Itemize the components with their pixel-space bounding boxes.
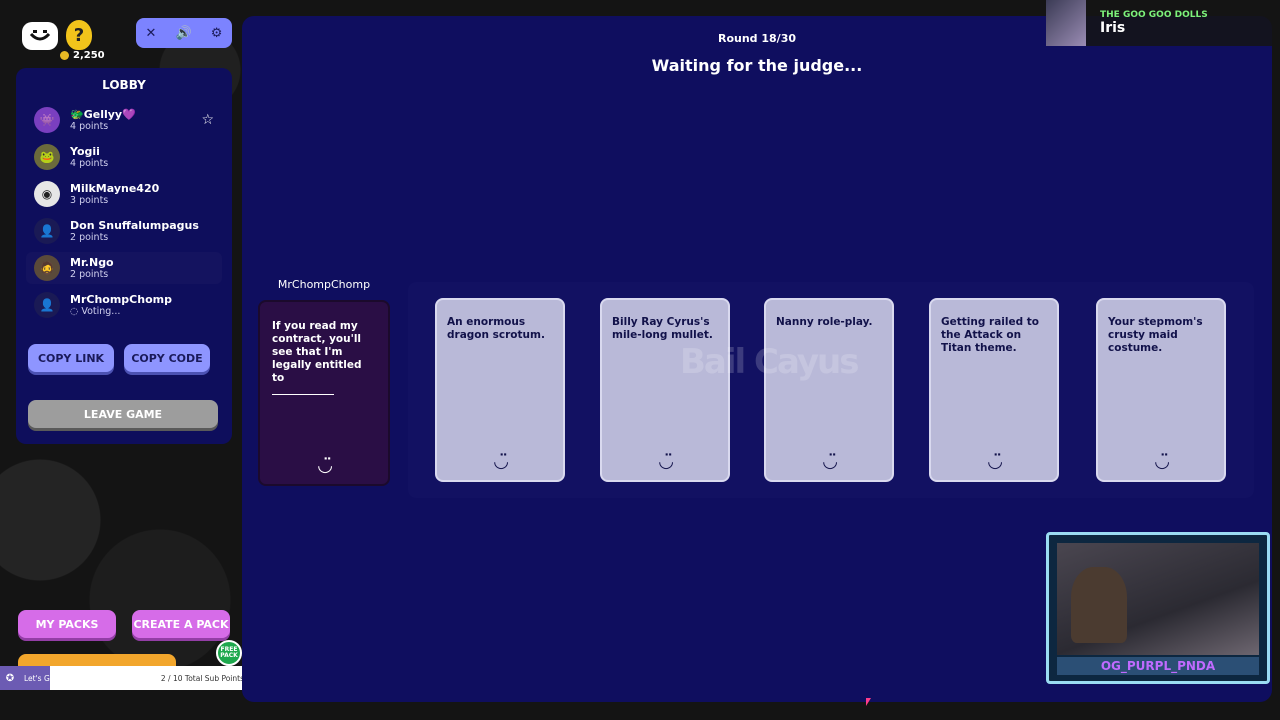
- free-pack-badge[interactable]: FREE PACK: [216, 640, 242, 666]
- player-points: 3 points: [70, 194, 109, 206]
- player-points: 2 points: [70, 268, 109, 280]
- stream-watermark: Bail Cayus: [680, 342, 859, 382]
- card-logo-icon: ◡̈: [1155, 451, 1169, 472]
- coin-icon: [60, 51, 69, 60]
- song-artist: THE GOO GOO DOLLS: [1100, 10, 1208, 20]
- player-name: 🐲Gellyy💜: [70, 107, 136, 121]
- gear-icon[interactable]: ⚙: [211, 26, 223, 41]
- star-icon[interactable]: ☆: [201, 112, 214, 128]
- app-logo-icon[interactable]: [22, 22, 58, 50]
- streamer-name: OG_PURPL_PNDA: [1057, 657, 1259, 675]
- answer-card[interactable]: Your stepmom's crusty maid costume. ◡̈: [1096, 298, 1226, 482]
- streamer-figure: [1071, 567, 1127, 643]
- song-title: Iris: [1100, 20, 1126, 36]
- star-icon: ✪: [5, 672, 15, 684]
- player-status: ◌ Voting...: [70, 305, 121, 317]
- promo-strip[interactable]: [18, 654, 176, 666]
- coin-balance: 2,250: [60, 50, 105, 61]
- question-text: If you read my contract, you'll see that…: [272, 320, 362, 384]
- copy-link-button[interactable]: COPY LINK: [28, 344, 114, 372]
- player-name: Mr.Ngo: [70, 255, 114, 269]
- webcam-overlay: OG_PURPL_PNDA: [1046, 532, 1270, 684]
- answer-text: Nanny role-play.: [776, 316, 873, 328]
- answer-text: Billy Ray Cyrus's mile-long mullet.: [612, 316, 713, 341]
- card-logo-icon: ◡̈: [988, 451, 1002, 472]
- blank-line: [272, 391, 334, 395]
- player-row[interactable]: 🧔 Mr.Ngo 2 points: [26, 252, 222, 284]
- player-points: 2 points: [70, 231, 109, 243]
- settings-bar: ✕ 🔊 ⚙: [136, 18, 232, 48]
- player-name: MrChompChomp: [70, 292, 172, 306]
- answer-card[interactable]: Billy Ray Cyrus's mile-long mullet. ◡̈: [600, 298, 730, 482]
- player-name: Yogii: [70, 144, 100, 158]
- player-row[interactable]: 👤 Don Snuffalumpagus 2 points: [26, 215, 222, 247]
- game-status: Waiting for the judge...: [651, 56, 863, 75]
- answer-text: An enormous dragon scrotum.: [447, 316, 545, 341]
- help-icon[interactable]: ?: [66, 20, 92, 50]
- create-pack-button[interactable]: CREATE A PACK: [132, 610, 230, 638]
- answer-text: Your stepmom's crusty maid costume.: [1108, 316, 1203, 354]
- player-row[interactable]: 🐸 Yogii 4 points: [26, 141, 222, 173]
- card-logo-icon: ◡̈: [823, 451, 837, 472]
- question-owner: MrChompChomp: [277, 278, 371, 291]
- user-icon: 👤: [34, 292, 60, 318]
- sub-goal-text: Let's Grow The Community!!!!: [24, 673, 138, 683]
- avatar: ◉: [34, 181, 60, 207]
- user-icon: 👤: [34, 218, 60, 244]
- volume-icon[interactable]: 🔊: [176, 26, 192, 41]
- sub-goal-points: 2 / 10 Total Sub Points: [160, 673, 244, 683]
- player-row[interactable]: 👾 🐲Gellyy💜 4 points ☆: [26, 104, 222, 136]
- mouse-cursor-icon: [866, 698, 871, 706]
- card-logo-icon: ◡̈: [494, 451, 508, 472]
- player-row[interactable]: 👤 MrChompChomp ◌ Voting...: [26, 289, 222, 321]
- sub-goal-bar: ✪ Let's Grow The Community!!!! 2 / 10 To…: [0, 666, 248, 690]
- answer-text: Getting railed to the Attack on Titan th…: [941, 316, 1040, 354]
- avatar: 👾: [34, 107, 60, 133]
- lobby-panel: LOBBY 👾 🐲Gellyy💜 4 points ☆ 🐸 Yogii 4 po…: [16, 68, 232, 444]
- player-points: 4 points: [70, 157, 109, 169]
- webcam-feed: [1057, 543, 1259, 655]
- coin-count: 2,250: [73, 50, 105, 61]
- player-points: 4 points: [70, 120, 109, 132]
- question-card: If you read my contract, you'll see that…: [258, 300, 390, 486]
- card-logo-icon: ◡̈: [318, 455, 332, 476]
- player-row[interactable]: ◉ MilkMayne420 3 points: [26, 178, 222, 210]
- answer-card[interactable]: Getting railed to the Attack on Titan th…: [929, 298, 1059, 482]
- lobby-title: LOBBY: [102, 78, 146, 92]
- pencil-mute-icon[interactable]: ✕: [146, 26, 157, 41]
- copy-code-button[interactable]: COPY CODE: [124, 344, 210, 372]
- avatar: 🐸: [34, 144, 60, 170]
- now-playing-overlay: THE GOO GOO DOLLS Iris: [1046, 0, 1280, 46]
- card-logo-icon: ◡̈: [659, 451, 673, 472]
- my-packs-button[interactable]: MY PACKS: [18, 610, 116, 638]
- leave-game-button[interactable]: LEAVE GAME: [28, 400, 218, 428]
- avatar: 🧔: [34, 255, 60, 281]
- answer-card[interactable]: An enormous dragon scrotum. ◡̈: [435, 298, 565, 482]
- answer-card[interactable]: Nanny role-play. ◡̈: [764, 298, 894, 482]
- album-art: [1046, 0, 1086, 46]
- player-name: Don Snuffalumpagus: [70, 218, 199, 232]
- player-name: MilkMayne420: [70, 181, 160, 195]
